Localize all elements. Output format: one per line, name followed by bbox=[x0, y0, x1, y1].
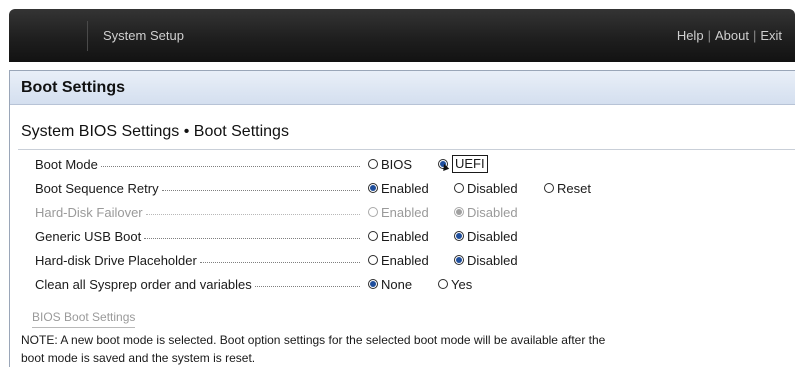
setting-row-boot-mode: Boot Mode BIOS UEFI ▲ bbox=[35, 154, 635, 175]
main-page: Boot Settings System BIOS Settings • Boo… bbox=[9, 70, 795, 367]
radio-button[interactable] bbox=[368, 255, 378, 265]
page-banner: Boot Settings bbox=[10, 71, 795, 105]
dotted-leader bbox=[144, 238, 360, 239]
radio-button bbox=[368, 207, 378, 217]
radio-button-selected[interactable] bbox=[368, 279, 378, 289]
radio-button-selected[interactable] bbox=[454, 231, 464, 241]
radio-option-enabled[interactable]: Enabled bbox=[368, 226, 429, 246]
bios-boot-settings-link[interactable]: BIOS Boot Settings bbox=[32, 310, 136, 328]
radio-option-yes[interactable]: Yes bbox=[438, 274, 472, 294]
header-links: Help | About | Exit bbox=[677, 9, 782, 62]
radio-button-selected[interactable] bbox=[368, 183, 378, 193]
radio-button-selected[interactable] bbox=[454, 255, 464, 265]
link-separator: | bbox=[752, 28, 757, 43]
setting-label-container: Generic USB Boot bbox=[35, 226, 360, 246]
link-separator: | bbox=[707, 28, 711, 43]
radio-button[interactable] bbox=[368, 231, 378, 241]
setting-label-container: Clean all Sysprep order and variables bbox=[35, 274, 360, 294]
dotted-leader bbox=[161, 190, 360, 191]
option-label: Disabled bbox=[467, 180, 518, 196]
radio-button-selected bbox=[454, 207, 464, 217]
setting-row-boot-sequence-retry: Boot Sequence Retry Enabled Disabled Res… bbox=[35, 178, 635, 198]
option-label: Reset bbox=[557, 180, 591, 196]
setting-row-hard-disk-failover: Hard-Disk Failover Enabled Disabled bbox=[35, 202, 635, 222]
option-label: Disabled bbox=[467, 204, 518, 220]
setting-label: Clean all Sysprep order and variables bbox=[35, 276, 252, 292]
app-title: System Setup bbox=[103, 28, 184, 43]
option-label: Yes bbox=[451, 276, 473, 292]
dotted-leader bbox=[100, 166, 360, 167]
system-setup-window: System Setup Help | About | Exit Boot Settin… bbox=[0, 0, 795, 367]
setting-label-container: Boot Mode bbox=[35, 154, 360, 174]
radio-option-disabled[interactable]: Disabled bbox=[454, 250, 518, 270]
radio-button[interactable] bbox=[368, 159, 378, 169]
option-label: Enabled bbox=[381, 180, 429, 196]
radio-option-disabled: Disabled bbox=[454, 202, 518, 222]
radio-option-disabled[interactable]: Disabled bbox=[454, 226, 518, 246]
radio-option-enabled[interactable]: Enabled bbox=[368, 250, 429, 270]
option-label: Disabled bbox=[467, 252, 518, 268]
setting-label-container: Boot Sequence Retry bbox=[35, 178, 360, 198]
option-label: BIOS bbox=[381, 156, 413, 172]
radio-option-disabled[interactable]: Disabled bbox=[454, 178, 518, 198]
setting-row-generic-usb-boot: Generic USB Boot Enabled Disabled bbox=[35, 226, 635, 246]
setting-row-clean-sysprep: Clean all Sysprep order and variables No… bbox=[35, 274, 635, 294]
option-label: Enabled bbox=[381, 228, 429, 244]
boot-mode-note: NOTE: A new boot mode is selected. Boot … bbox=[21, 333, 606, 365]
setting-label: Boot Mode bbox=[35, 156, 98, 172]
exit-link[interactable]: Exit bbox=[760, 28, 782, 43]
breadcrumb: System BIOS Settings • Boot Settings bbox=[21, 123, 289, 140]
dotted-leader bbox=[254, 286, 360, 287]
setting-label: Hard-Disk Failover bbox=[35, 204, 143, 220]
page-title: Boot Settings bbox=[21, 79, 125, 96]
setting-label-container: Hard-Disk Failover bbox=[35, 202, 360, 222]
radio-option-enabled[interactable]: Enabled bbox=[368, 178, 429, 198]
section-divider bbox=[18, 149, 795, 150]
setting-label: Generic USB Boot bbox=[35, 228, 142, 244]
radio-option-bios[interactable]: BIOS bbox=[368, 154, 412, 174]
radio-button[interactable] bbox=[438, 279, 448, 289]
radio-option-reset[interactable]: Reset bbox=[544, 178, 591, 198]
radio-button[interactable] bbox=[544, 183, 554, 193]
header-divider bbox=[87, 21, 88, 51]
dotted-leader bbox=[199, 262, 360, 263]
radio-option-enabled: Enabled bbox=[368, 202, 429, 222]
setting-label: Hard-disk Drive Placeholder bbox=[35, 252, 197, 268]
radio-option-none[interactable]: None bbox=[368, 274, 412, 294]
option-label: Enabled bbox=[381, 252, 429, 268]
setting-label: Boot Sequence Retry bbox=[35, 180, 159, 196]
option-label-focused: UEFI bbox=[452, 155, 488, 173]
setting-label-container: Hard-disk Drive Placeholder bbox=[35, 250, 360, 270]
option-label: None bbox=[381, 276, 413, 292]
radio-button[interactable] bbox=[454, 183, 464, 193]
option-label: Enabled bbox=[381, 204, 429, 220]
setting-row-hard-disk-drive-placeholder: Hard-disk Drive Placeholder Enabled Disa… bbox=[35, 250, 635, 270]
dotted-leader bbox=[145, 214, 360, 215]
header-bar: System Setup Help | About | Exit bbox=[9, 9, 795, 62]
option-label: Disabled bbox=[467, 228, 518, 244]
about-link[interactable]: About bbox=[715, 28, 749, 43]
help-link[interactable]: Help bbox=[677, 28, 704, 43]
